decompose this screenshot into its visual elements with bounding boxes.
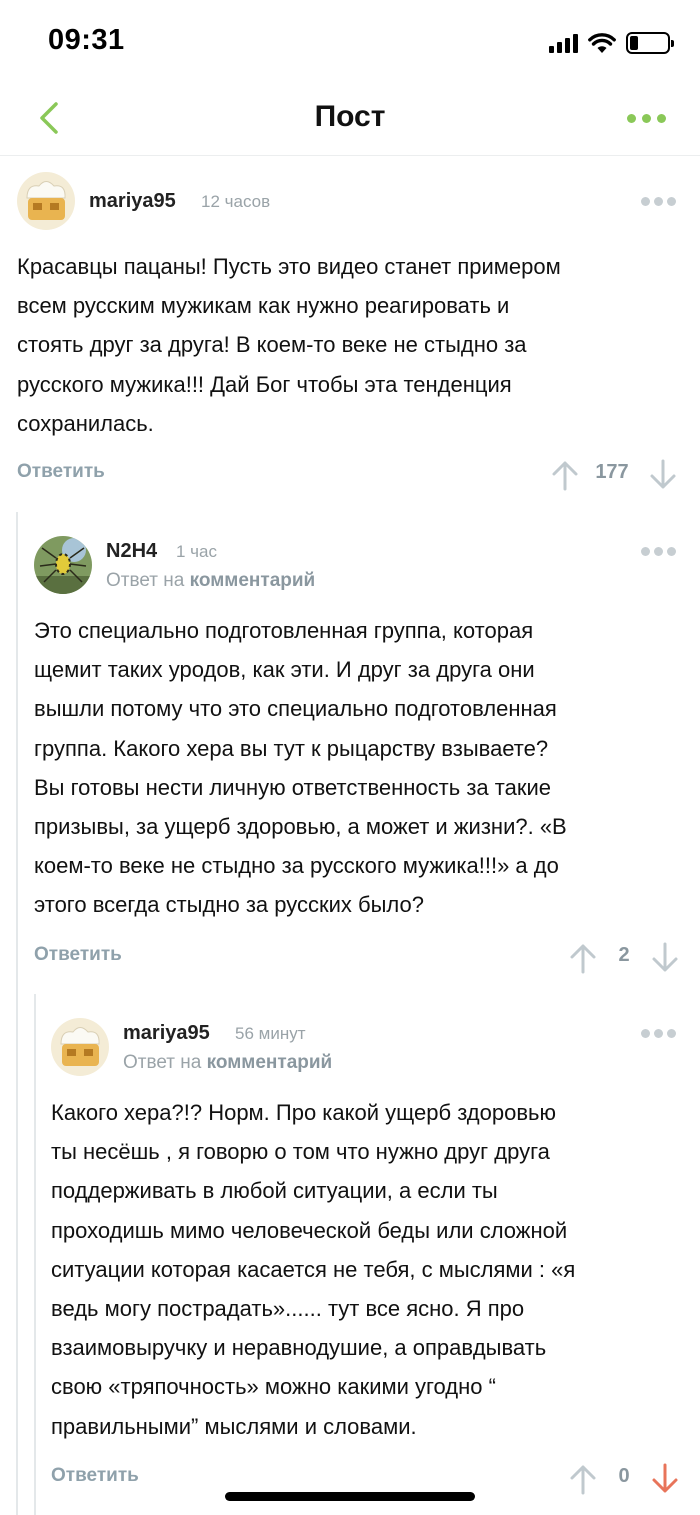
comment-footer: Ответить 177 [17, 455, 680, 495]
downvote-arrow-icon[interactable] [648, 459, 678, 491]
vote-control: 0 [568, 1459, 680, 1499]
battery-icon [626, 32, 674, 54]
vote-control: 2 [568, 938, 680, 978]
more-dots-icon[interactable] [627, 114, 666, 123]
avatar[interactable] [17, 172, 75, 230]
nav-header: Пост [0, 86, 700, 156]
page-title: Пост [314, 100, 386, 133]
comment-author[interactable]: mariya95 [123, 1022, 210, 1045]
vote-score: 177 [595, 461, 629, 483]
comment-author[interactable]: N2H4 [106, 540, 157, 563]
comment-time: 12 часов [201, 192, 271, 211]
vote-score: 0 [618, 1465, 630, 1487]
reply-button[interactable]: Ответить [34, 944, 122, 966]
comment-text: Это специально подготовленная группа, ко… [34, 618, 567, 918]
reply-button[interactable]: Ответить [17, 461, 105, 483]
avatar[interactable] [51, 1018, 109, 1076]
comment: N2H4 1 час Ответ на комментарий Это спец… [34, 536, 680, 976]
status-bar: 09:31 [0, 0, 700, 86]
comment-time: 1 час [176, 542, 217, 561]
status-icons [549, 30, 674, 56]
more-dots-icon[interactable] [641, 1029, 676, 1038]
downvote-arrow-icon[interactable] [650, 1463, 680, 1495]
comment-text: Красавцы пацаны! Пусть это видео станет … [17, 254, 561, 436]
comment: mariya95 56 минут Ответ на комментарий К… [51, 1018, 680, 1498]
upvote-arrow-icon[interactable] [550, 459, 580, 491]
reply-to-label[interactable]: Ответ на комментарий [106, 570, 315, 592]
avatar[interactable] [34, 536, 92, 594]
thread-line [34, 994, 36, 1515]
vote-control: 177 [550, 455, 680, 495]
comment-author[interactable]: mariya95 [89, 190, 176, 213]
home-indicator[interactable] [225, 1492, 475, 1501]
reply-button[interactable]: Ответить [51, 1465, 139, 1487]
reply-to-label[interactable]: Ответ на комментарий [123, 1052, 332, 1074]
upvote-arrow-icon[interactable] [568, 1463, 598, 1495]
comment-footer: Ответить 2 [34, 938, 680, 978]
more-dots-icon[interactable] [641, 197, 676, 206]
comment-time: 56 минут [235, 1024, 306, 1043]
vote-score: 2 [618, 944, 630, 966]
comment-text: Какого хера?!? Норм. Про какой ущерб здо… [51, 1100, 576, 1439]
wifi-icon [588, 33, 616, 53]
more-dots-icon[interactable] [641, 547, 676, 556]
status-time: 09:31 [48, 24, 125, 56]
downvote-arrow-icon[interactable] [650, 942, 680, 974]
cellular-signal-icon [549, 33, 578, 53]
comment: mariya95 12 часов Красавцы пацаны! Пусть… [17, 172, 680, 492]
upvote-arrow-icon[interactable] [568, 942, 598, 974]
thread-line [16, 512, 18, 1515]
